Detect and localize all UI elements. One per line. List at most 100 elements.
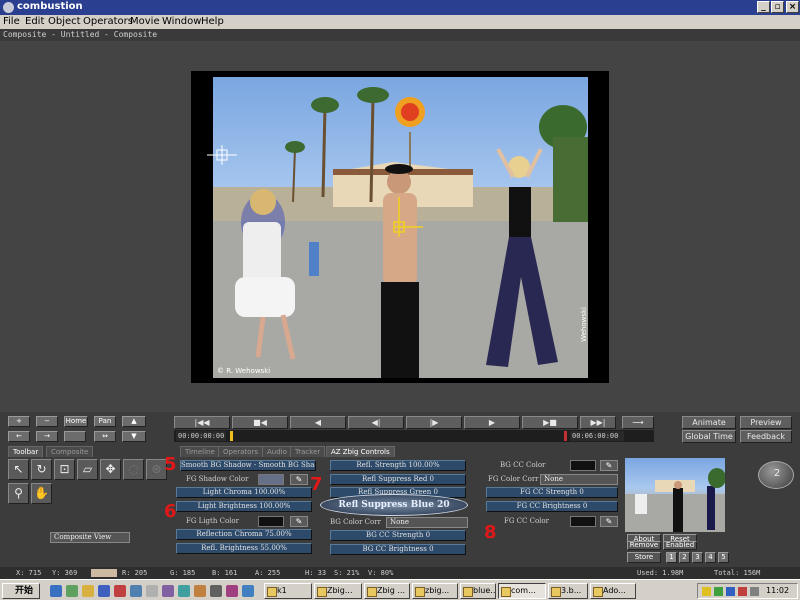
eyedropper-icon[interactable]: ✎	[600, 460, 618, 471]
store-button[interactable]: Store	[627, 552, 661, 563]
task-zbig-3[interactable]: zbig...	[412, 583, 458, 599]
play-reverse-icon[interactable]: ◀	[290, 416, 346, 429]
task-zbig-1[interactable]: Zbig...	[314, 583, 362, 599]
reflection-chroma-slider[interactable]: Reflection Chroma 75.00%	[176, 529, 312, 540]
slot-3-button[interactable]: 3	[692, 552, 703, 563]
select-arrow-icon[interactable]: ↖	[8, 459, 29, 480]
back-button[interactable]: ←	[8, 431, 30, 442]
app-shortcut-icon[interactable]	[210, 585, 222, 597]
zoom-icon[interactable]: ⚲	[8, 483, 29, 504]
skew-icon[interactable]: ▱	[77, 459, 98, 480]
eyedropper-icon[interactable]: ✎	[290, 516, 308, 527]
step-back-key-icon[interactable]: ■◀	[232, 416, 288, 429]
pan-button[interactable]: Pan	[94, 416, 116, 427]
task-combustion[interactable]: com...	[498, 583, 546, 599]
task-k1[interactable]: k1	[264, 583, 312, 599]
refl-brightness-slider[interactable]: Refl. Brightness 55.00%	[176, 543, 312, 554]
zoom-out-button[interactable]: −	[36, 416, 58, 427]
fg-color-corr-dropdown[interactable]: None	[540, 474, 618, 485]
tray-icon[interactable]	[702, 587, 711, 596]
task-3b[interactable]: 3.b...	[548, 583, 588, 599]
task-blue[interactable]: blue...	[460, 583, 496, 599]
app-shortcut-icon[interactable]	[162, 585, 174, 597]
step-forward-icon[interactable]: |▶	[406, 416, 462, 429]
slot-2-button[interactable]: 2	[679, 552, 690, 563]
folder-icon[interactable]	[82, 585, 94, 597]
light-brightness-slider[interactable]: Light Brightness 100.00%	[176, 501, 312, 512]
tab-operators[interactable]: Operators	[218, 446, 263, 457]
tray-icon[interactable]	[726, 587, 735, 596]
menu-operators[interactable]: Operators	[83, 16, 133, 27]
rotate-icon[interactable]: ↻	[31, 459, 52, 480]
maximize-button[interactable]: ▫	[771, 1, 784, 13]
menu-help[interactable]: Help	[201, 16, 224, 27]
task-adobe[interactable]: Ado...	[590, 583, 636, 599]
rotate-3d-icon[interactable]: ◌	[123, 459, 144, 480]
volume-icon[interactable]	[750, 587, 759, 596]
close-button[interactable]: ×	[786, 1, 799, 13]
enabled-toggle[interactable]: Enabled	[663, 541, 697, 550]
menu-object[interactable]: Object	[48, 16, 81, 27]
fg-shadow-color-swatch[interactable]	[258, 474, 284, 485]
scale-icon[interactable]: ⊡	[54, 459, 75, 480]
tab-az-zbig-controls[interactable]: AZ Zbig Controls	[326, 446, 395, 457]
composite-image[interactable]: © R. Wehowski Wehowski	[213, 77, 588, 378]
eyedropper-icon[interactable]: ✎	[290, 474, 308, 485]
slot-1-button[interactable]: 1	[666, 552, 677, 563]
menu-edit[interactable]: Edit	[25, 16, 44, 27]
composite-view-dropdown[interactable]: Composite View	[50, 532, 130, 543]
smooth-bg-shadow-button[interactable]: Smooth BG Shadow - Smooth BG Shad	[180, 460, 316, 471]
refl-suppress-red-slider[interactable]: Refl Suppress Red 0	[330, 474, 466, 485]
app-shortcut-icon[interactable]	[114, 585, 126, 597]
end-marker[interactable]	[564, 431, 567, 441]
zoom-in-button[interactable]: +	[8, 416, 30, 427]
app-shortcut-icon[interactable]	[194, 585, 206, 597]
go-to-end-icon[interactable]: ▶▶|	[580, 416, 616, 429]
eyedropper-icon[interactable]: ✎	[600, 516, 618, 527]
app-shortcut-icon[interactable]	[226, 585, 238, 597]
tray-icon[interactable]	[714, 587, 723, 596]
tray-icon[interactable]	[738, 587, 747, 596]
tab-timeline[interactable]: Timeline	[180, 446, 220, 457]
app-shortcut-icon[interactable]	[178, 585, 190, 597]
animate-button[interactable]: Animate	[682, 416, 736, 429]
time-start-field[interactable]: 00:00:00:00	[176, 431, 226, 441]
app-shortcut-icon[interactable]	[146, 585, 158, 597]
hand-icon[interactable]: ✋	[31, 483, 52, 504]
bg-cc-strength-slider[interactable]: BG CC Strength 0	[330, 530, 466, 541]
global-time-dropdown[interactable]: Global Time	[682, 430, 736, 443]
menu-movie[interactable]: Movie	[130, 16, 160, 27]
light-chroma-slider[interactable]: Light Chroma 100.00%	[176, 487, 312, 498]
window-title-bar[interactable]: combustion _ ▫ ×	[0, 0, 800, 15]
forward-button[interactable]: →	[36, 431, 58, 442]
menu-file[interactable]: File	[3, 16, 20, 27]
task-zbig-2[interactable]: Zbig ...	[364, 583, 410, 599]
time-end-field[interactable]: 00:06:00:00	[570, 431, 624, 441]
home-button[interactable]: Home	[64, 416, 88, 427]
start-button[interactable]: 开始	[2, 583, 40, 599]
fg-cc-strength-slider[interactable]: FG CC Strength 0	[486, 487, 618, 498]
remove-button[interactable]: Remove	[627, 541, 661, 550]
bg-color-corr-dropdown[interactable]: None	[386, 517, 468, 528]
tab-audio[interactable]: Audio	[262, 446, 292, 457]
tab-toolbar[interactable]: Toolbar	[8, 446, 44, 457]
feedback-checkbox[interactable]: Feedback	[740, 430, 792, 443]
fg-cc-brightness-slider[interactable]: FG CC Brightness 0	[486, 501, 618, 512]
step-back-icon[interactable]: ◀|	[348, 416, 404, 429]
desktop-icon[interactable]	[66, 585, 78, 597]
ie-icon[interactable]	[50, 585, 62, 597]
step-forward-key-icon[interactable]: ▶■	[522, 416, 578, 429]
preview-thumbnail[interactable]	[625, 458, 725, 532]
up-arrow-icon[interactable]: ▲	[122, 416, 146, 427]
dial-control[interactable]: 2	[758, 461, 794, 489]
fg-cc-color-swatch[interactable]	[570, 516, 596, 527]
fit-icon[interactable]: ⇔	[94, 431, 116, 442]
crosshair-cursor-icon[interactable]	[207, 145, 237, 165]
move-icon[interactable]: ✥	[100, 459, 121, 480]
down-arrow-icon[interactable]: ▼	[122, 431, 146, 442]
color-swatch-button[interactable]	[64, 431, 86, 442]
refl-suppress-blue-slider-highlight[interactable]: Refl Suppress Blue 20	[320, 494, 468, 516]
bg-cc-brightness-slider[interactable]: BG CC Brightness 0	[330, 544, 466, 555]
bg-cc-color-swatch[interactable]	[570, 460, 596, 471]
play-icon[interactable]: ▶	[464, 416, 520, 429]
